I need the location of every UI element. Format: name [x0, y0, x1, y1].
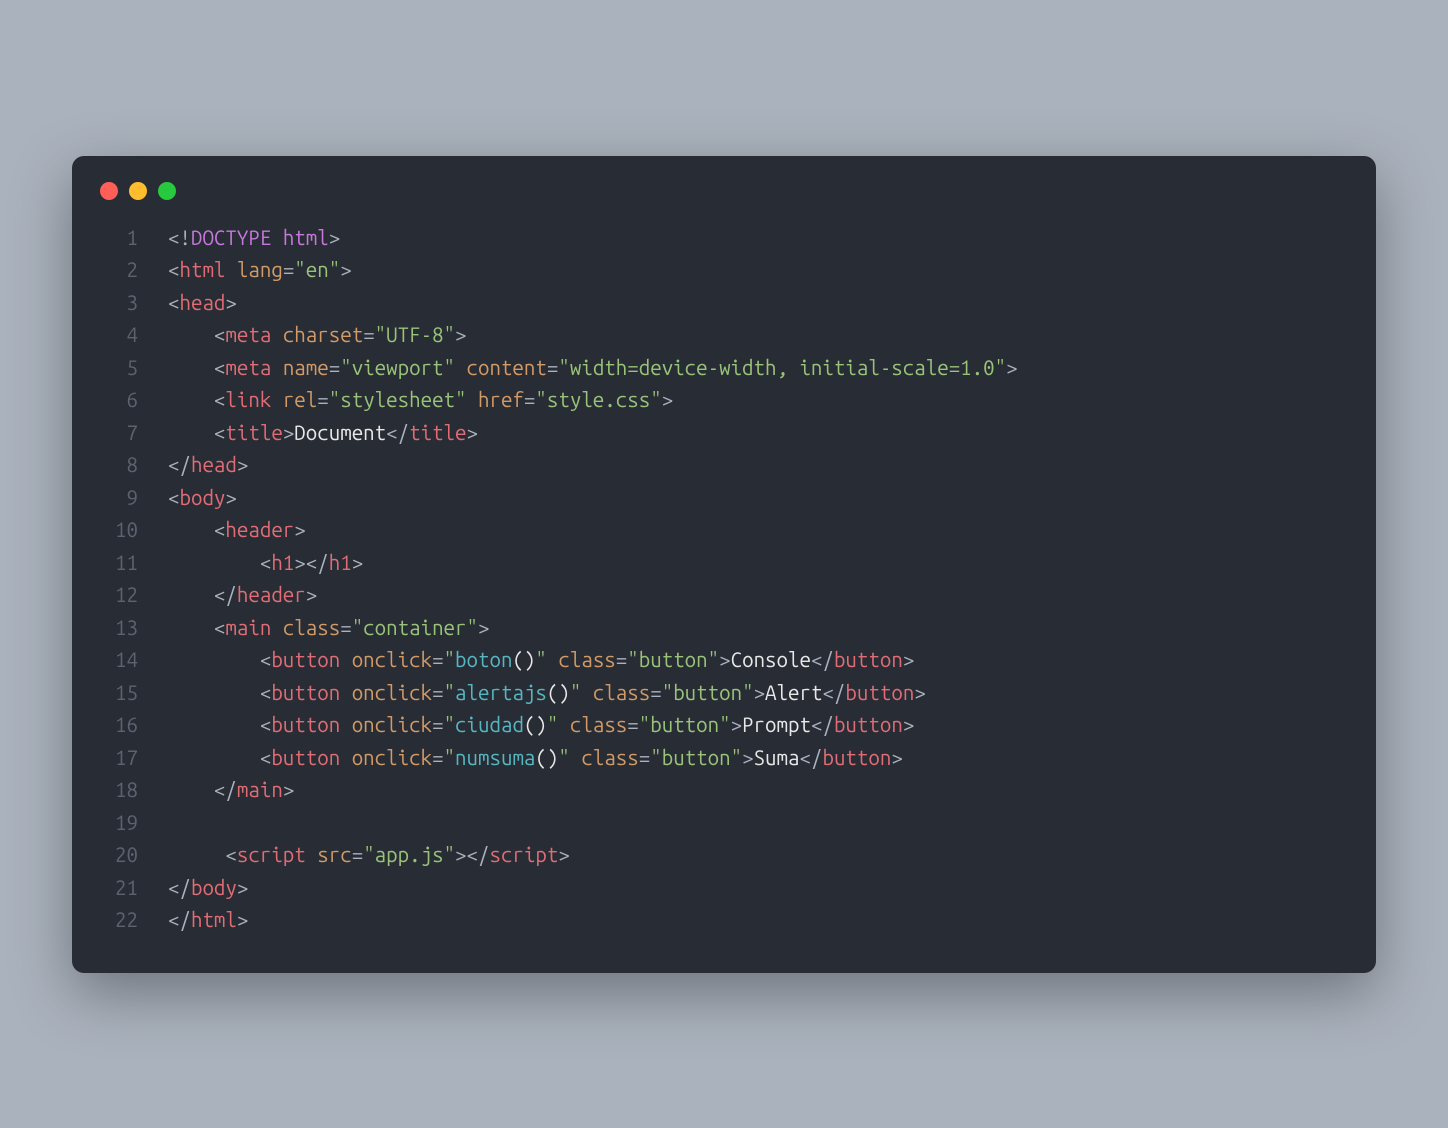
code-content[interactable]: <html lang="en">: [168, 254, 352, 287]
code-content[interactable]: <button onclick="alertajs()" class="butt…: [168, 677, 926, 710]
line-number: 2: [72, 254, 168, 287]
line-number: 7: [72, 417, 168, 450]
code-line[interactable]: 16 <button onclick="ciudad()" class="but…: [72, 709, 1376, 742]
code-line[interactable]: 21</body>: [72, 872, 1376, 905]
code-content[interactable]: </head>: [168, 449, 248, 482]
code-content[interactable]: <script src="app.js"></script>: [168, 839, 570, 872]
code-content[interactable]: </html>: [168, 904, 248, 937]
code-content[interactable]: <body>: [168, 482, 237, 515]
code-line[interactable]: 9<body>: [72, 482, 1376, 515]
code-line[interactable]: 11 <h1></h1>: [72, 547, 1376, 580]
line-number: 1: [72, 222, 168, 255]
code-content[interactable]: </body>: [168, 872, 248, 905]
code-line[interactable]: 5 <meta name="viewport" content="width=d…: [72, 352, 1376, 385]
code-content[interactable]: <button onclick="boton()" class="button"…: [168, 644, 914, 677]
line-number: 15: [72, 677, 168, 710]
code-line[interactable]: 1<!DOCTYPE html>: [72, 222, 1376, 255]
line-number: 11: [72, 547, 168, 580]
code-line[interactable]: 10 <header>: [72, 514, 1376, 547]
code-line[interactable]: 7 <title>Document</title>: [72, 417, 1376, 450]
code-content[interactable]: <!DOCTYPE html>: [168, 222, 340, 255]
code-line[interactable]: 15 <button onclick="alertajs()" class="b…: [72, 677, 1376, 710]
line-number: 5: [72, 352, 168, 385]
line-number: 21: [72, 872, 168, 905]
code-content[interactable]: <meta name="viewport" content="width=dev…: [168, 352, 1018, 385]
code-line[interactable]: 18 </main>: [72, 774, 1376, 807]
code-content[interactable]: <title>Document</title>: [168, 417, 478, 450]
line-number: 8: [72, 449, 168, 482]
code-line[interactable]: 19: [72, 807, 1376, 840]
line-number: 6: [72, 384, 168, 417]
code-content[interactable]: <main class="container">: [168, 612, 489, 645]
editor-window: 1<!DOCTYPE html>2<html lang="en">3<head>…: [72, 156, 1376, 973]
code-content[interactable]: <link rel="stylesheet" href="style.css">: [168, 384, 673, 417]
line-number: 22: [72, 904, 168, 937]
minimize-icon[interactable]: [129, 182, 147, 200]
line-number: 3: [72, 287, 168, 320]
line-number: 12: [72, 579, 168, 612]
code-content[interactable]: <meta charset="UTF-8">: [168, 319, 467, 352]
zoom-icon[interactable]: [158, 182, 176, 200]
code-line[interactable]: 13 <main class="container">: [72, 612, 1376, 645]
line-number: 9: [72, 482, 168, 515]
code-content[interactable]: <header>: [168, 514, 306, 547]
code-line[interactable]: 12 </header>: [72, 579, 1376, 612]
code-editor[interactable]: 1<!DOCTYPE html>2<html lang="en">3<head>…: [72, 214, 1376, 937]
code-line[interactable]: 22</html>: [72, 904, 1376, 937]
code-line[interactable]: 6 <link rel="stylesheet" href="style.css…: [72, 384, 1376, 417]
line-number: 18: [72, 774, 168, 807]
code-content[interactable]: </main>: [168, 774, 294, 807]
code-content[interactable]: <head>: [168, 287, 237, 320]
line-number: 13: [72, 612, 168, 645]
code-line[interactable]: 17 <button onclick="numsuma()" class="bu…: [72, 742, 1376, 775]
code-line[interactable]: 14 <button onclick="boton()" class="butt…: [72, 644, 1376, 677]
line-number: 17: [72, 742, 168, 775]
line-number: 20: [72, 839, 168, 872]
line-number: 19: [72, 807, 168, 840]
close-icon[interactable]: [100, 182, 118, 200]
line-number: 4: [72, 319, 168, 352]
code-content[interactable]: </header>: [168, 579, 317, 612]
line-number: 16: [72, 709, 168, 742]
code-content[interactable]: <button onclick="ciudad()" class="button…: [168, 709, 914, 742]
window-titlebar: [72, 156, 1376, 214]
code-line[interactable]: 20 <script src="app.js"></script>: [72, 839, 1376, 872]
code-content[interactable]: <h1></h1>: [168, 547, 363, 580]
code-line[interactable]: 4 <meta charset="UTF-8">: [72, 319, 1376, 352]
line-number: 14: [72, 644, 168, 677]
code-content[interactable]: <button onclick="numsuma()" class="butto…: [168, 742, 903, 775]
code-line[interactable]: 2<html lang="en">: [72, 254, 1376, 287]
code-line[interactable]: 3<head>: [72, 287, 1376, 320]
code-line[interactable]: 8</head>: [72, 449, 1376, 482]
line-number: 10: [72, 514, 168, 547]
